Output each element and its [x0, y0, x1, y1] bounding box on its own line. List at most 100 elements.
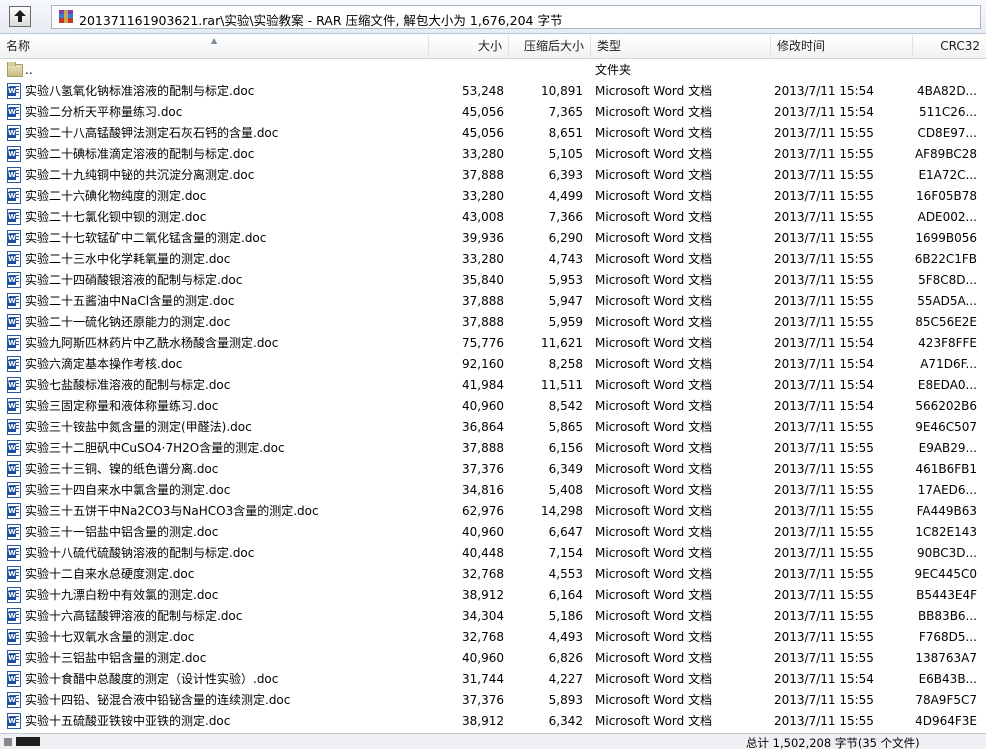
file-type: Microsoft Word 文档: [595, 546, 713, 560]
file-type: Microsoft Word 文档: [595, 315, 713, 329]
file-modified: 2013/7/11 15:54: [774, 378, 874, 392]
file-row[interactable]: 实验二十五酱油中NaCl含量的测定.doc 37,888 5,947 Microsof…: [0, 291, 986, 312]
word-doc-icon: [7, 188, 21, 204]
status-summary: 总计 1,502,208 字节(35 个文件): [746, 736, 920, 749]
file-icon-cell: [7, 335, 23, 352]
file-size: 37,888: [462, 168, 504, 182]
file-row[interactable]: 实验十四铅、铋混合液中铅铋含量的连续测定.doc 37,376 5,893 Micro…: [0, 690, 986, 711]
file-type: Microsoft Word 文档: [595, 420, 713, 434]
word-doc-icon: [7, 650, 21, 666]
file-row[interactable]: 实验二十七软锰矿中二氧化锰含量的测定.doc 39,936 6,290 Microso…: [0, 228, 986, 249]
file-icon-cell: [7, 125, 23, 142]
file-row[interactable]: 实验十七双氧水含量的测定.doc 32,768 4,493 Microsoft Wor…: [0, 627, 986, 648]
file-name: 实验九阿斯匹林药片中乙酰水杨酸含量测定.doc: [25, 336, 279, 350]
file-packed-size: 6,826: [548, 651, 583, 665]
word-doc-icon: [7, 314, 21, 330]
file-row[interactable]: .. 文件夹: [0, 60, 986, 81]
file-icon-cell: [7, 650, 23, 667]
file-crc32: ADE002...: [917, 210, 977, 224]
file-size: 32,768: [462, 567, 504, 581]
word-doc-icon: [7, 524, 21, 540]
file-modified: 2013/7/11 15:55: [774, 651, 874, 665]
file-row[interactable]: 实验三十五饼干中Na2CO3与NaHCO3含量的测定.doc 62,976 14,2…: [0, 501, 986, 522]
file-name: 实验二十一硫化钠还原能力的测定.doc: [25, 315, 231, 329]
file-row[interactable]: 实验二十八高锰酸钾法测定石灰石钙的含量.doc 45,056 8,651 Micros…: [0, 123, 986, 144]
file-row[interactable]: 实验八氢氧化钠标准溶液的配制与标定.doc 53,248 10,891 Microso…: [0, 81, 986, 102]
file-row[interactable]: 实验二十碘标准滴定溶液的配制与标定.doc 33,280 5,105 Microsof…: [0, 144, 986, 165]
file-packed-size: 5,947: [548, 294, 583, 308]
column-modified[interactable]: 修改时间: [771, 35, 913, 59]
up-folder-button[interactable]: [9, 6, 31, 27]
file-row[interactable]: 实验二十一硫化钠还原能力的测定.doc 37,888 5,959 Microsoft …: [0, 312, 986, 333]
file-name: 实验十食醋中总酸度的测定（设计性实验）.doc: [25, 672, 279, 686]
file-modified: 2013/7/11 15:55: [774, 630, 874, 644]
word-doc-icon: [7, 104, 21, 120]
file-type: Microsoft Word 文档: [595, 651, 713, 665]
file-row[interactable]: 实验十六高锰酸钾溶液的配制与标定.doc 34,304 5,186 Microsoft…: [0, 606, 986, 627]
status-icons: [4, 736, 40, 747]
file-row[interactable]: 实验十五硫酸亚铁铵中亚铁的测定.doc 38,912 6,342 Microsoft …: [0, 711, 986, 731]
file-row[interactable]: 实验三十二胆矾中CuSO4·7H2O含量的测定.doc 37,888 6,156 Mi…: [0, 438, 986, 459]
file-row[interactable]: 实验三十一铝盐中铝含量的测定.doc 40,960 6,647 Microsoft W…: [0, 522, 986, 543]
file-row[interactable]: 实验十八硫代硫酸钠溶液的配制与标定.doc 40,448 7,154 Microsof…: [0, 543, 986, 564]
file-row[interactable]: 实验三十四自来水中氯含量的测定.doc 34,816 5,408 Microsoft …: [0, 480, 986, 501]
column-type[interactable]: 类型: [591, 35, 771, 59]
file-row[interactable]: 实验二十七氯化钡中钡的测定.doc 43,008 7,366 Microsoft Wo…: [0, 207, 986, 228]
file-type: Microsoft Word 文档: [595, 147, 713, 161]
file-crc32: 423F8FFE: [918, 336, 977, 350]
file-row[interactable]: 实验二十六碘化物纯度的测定.doc 33,280 4,499 Microsoft Wo…: [0, 186, 986, 207]
file-row[interactable]: 实验二十三水中化学耗氧量的测定.doc 33,280 4,743 Microsoft …: [0, 249, 986, 270]
word-doc-icon: [7, 293, 21, 309]
file-row[interactable]: 实验九阿斯匹林药片中乙酰水杨酸含量测定.doc 75,776 11,621 Micro…: [0, 333, 986, 354]
file-size: 37,888: [462, 315, 504, 329]
file-row[interactable]: 实验二十九纯铜中铋的共沉淀分离测定.doc 37,888 6,393 Microsof…: [0, 165, 986, 186]
file-row[interactable]: 实验三十铵盐中氮含量的测定(甲醛法).doc 36,864 5,865 Microso…: [0, 417, 986, 438]
file-row[interactable]: 实验三固定称量和液体称量练习.doc 40,960 8,542 Microsoft W…: [0, 396, 986, 417]
file-modified: 2013/7/11 15:55: [774, 462, 874, 476]
file-name: 实验七盐酸标准溶液的配制与标定.doc: [25, 378, 231, 392]
file-modified: 2013/7/11 15:55: [774, 231, 874, 245]
file-row[interactable]: 实验二十四硝酸银溶液的配制与标定.doc 35,840 5,953 Microsoft…: [0, 270, 986, 291]
file-modified: 2013/7/11 15:55: [774, 189, 874, 203]
file-icon-cell: [7, 629, 23, 646]
file-type: Microsoft Word 文档: [595, 252, 713, 266]
column-packed-size[interactable]: 压缩后大小: [509, 35, 591, 59]
file-name: 实验十七双氧水含量的测定.doc: [25, 630, 195, 644]
folder-icon: [7, 62, 23, 77]
file-crc32: 5F8C8D...: [918, 273, 977, 287]
file-type: Microsoft Word 文档: [595, 231, 713, 245]
file-list: .. 文件夹实验八氢氧化钠标准溶液的配制与标定.doc 53,248 10,891 Mi…: [0, 60, 986, 731]
file-name: 实验十三铝盐中铝含量的测定.doc: [25, 651, 207, 665]
file-size: 34,816: [462, 483, 504, 497]
file-name: 实验三十四自来水中氯含量的测定.doc: [25, 483, 231, 497]
path-field[interactable]: 201371161903621.rar\实验\实验教案 - RAR 压缩文件, …: [51, 5, 981, 29]
file-row[interactable]: 实验六滴定基本操作考核.doc 92,160 8,258 Microsoft Word…: [0, 354, 986, 375]
file-size: 62,976: [462, 504, 504, 518]
file-row[interactable]: 实验二分析天平称量练习.doc 45,056 7,365 Microsoft Word…: [0, 102, 986, 123]
file-type: Microsoft Word 文档: [595, 630, 713, 644]
file-row[interactable]: 实验七盐酸标准溶液的配制与标定.doc 41,984 11,511 Microsoft…: [0, 375, 986, 396]
file-modified: 2013/7/11 15:54: [774, 672, 874, 686]
file-size: 37,888: [462, 441, 504, 455]
word-doc-icon: [7, 566, 21, 582]
file-icon-cell: [7, 146, 23, 163]
file-size: 36,864: [462, 420, 504, 434]
file-crc32: 9EC445C0: [914, 567, 977, 581]
file-type: Microsoft Word 文档: [595, 462, 713, 476]
file-name: 实验六滴定基本操作考核.doc: [25, 357, 183, 371]
file-icon-cell: [7, 692, 23, 709]
file-row[interactable]: 实验十二自来水总硬度测定.doc 32,768 4,553 Microsoft Wor…: [0, 564, 986, 585]
file-row[interactable]: 实验十三铝盐中铝含量的测定.doc 40,960 6,826 Microsoft Wo…: [0, 648, 986, 669]
column-size[interactable]: 大小: [429, 35, 509, 59]
file-size: 40,448: [462, 546, 504, 560]
file-packed-size: 14,298: [541, 504, 583, 518]
file-row[interactable]: 实验十九漂白粉中有效氯的测定.doc 38,912 6,164 Microsoft W…: [0, 585, 986, 606]
file-crc32: BB83B6...: [917, 609, 977, 623]
column-crc32[interactable]: CRC32: [913, 35, 986, 59]
file-icon-cell: [7, 293, 23, 310]
file-row[interactable]: 实验三十三铜、镍的纸色谱分离.doc 37,376 6,349 Microsoft W…: [0, 459, 986, 480]
file-crc32: 566202B6: [915, 399, 977, 413]
file-row[interactable]: 实验十食醋中总酸度的测定（设计性实验）.doc 31,744 4,227 Micros…: [0, 669, 986, 690]
file-icon-cell: [7, 230, 23, 247]
file-crc32: 6B22C1FB: [914, 252, 977, 266]
